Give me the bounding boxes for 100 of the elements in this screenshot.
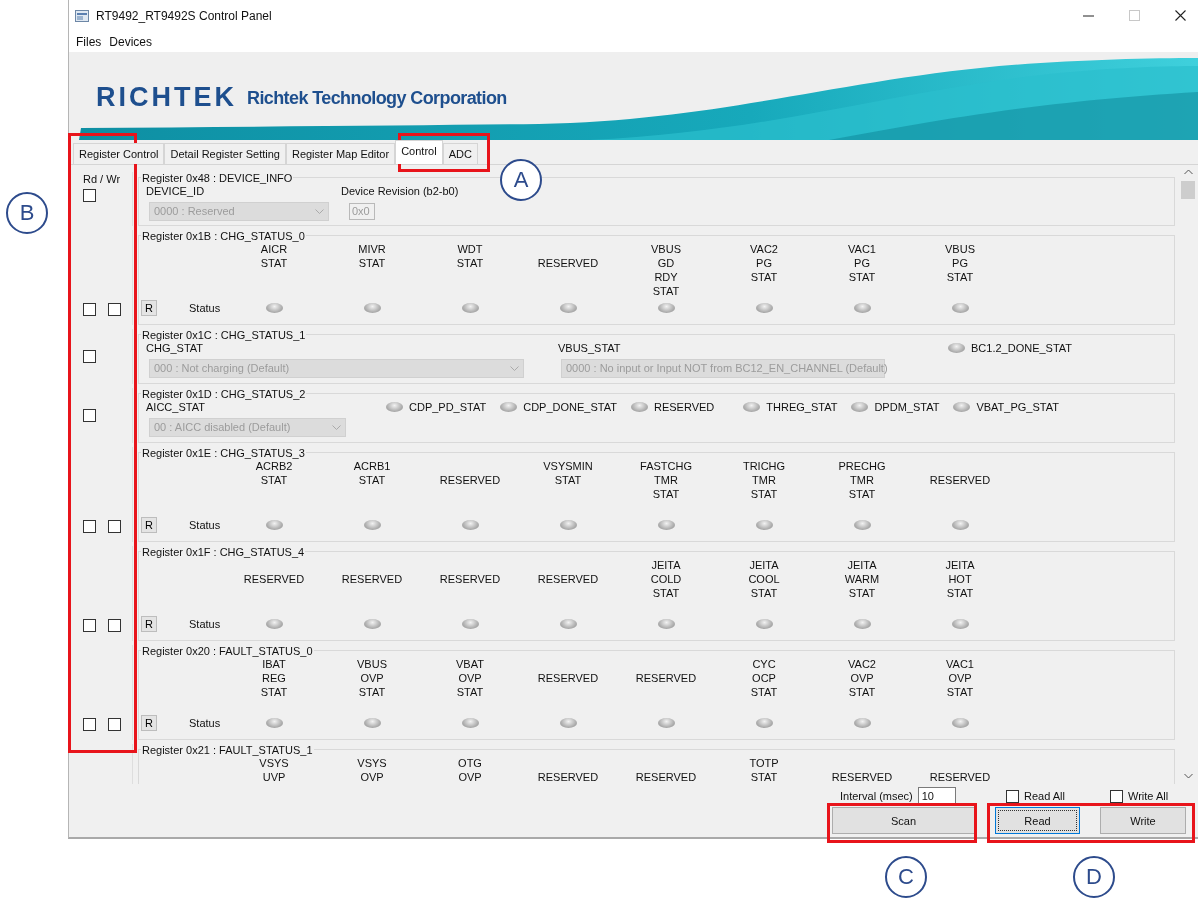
- bit-label: VSYS OVP: [356, 755, 388, 784]
- status-label: Status: [189, 300, 222, 315]
- bit-label: RESERVED: [928, 472, 992, 487]
- bit-label: VBUS PG STAT: [944, 241, 976, 284]
- bit-label: VBUS OVP STAT: [356, 656, 388, 699]
- bit-label: VSYS UVP: [258, 756, 290, 784]
- callout-marker: B: [6, 192, 48, 234]
- chevron-icon: [315, 208, 324, 214]
- register-title: Register 0x1B : CHG_STATUS_0: [141, 229, 306, 242]
- action-button[interactable]: Write: [1100, 807, 1186, 835]
- checkbox[interactable]: [108, 618, 121, 632]
- chevron-icon: [332, 424, 341, 430]
- bit-label: RESERVED: [536, 255, 600, 270]
- field-label: Device Revision (b2-b0): [341, 183, 459, 198]
- checkbox[interactable]: [108, 302, 121, 316]
- flag-label: RESERVED: [653, 399, 715, 414]
- bit-label: RESERVED: [438, 472, 502, 487]
- interval-label: Interval (msec): [840, 789, 913, 804]
- tab[interactable]: Register Control: [73, 142, 165, 164]
- register-r-button[interactable]: R: [141, 615, 157, 632]
- window-title: RT9492_RT9492S Control Panel: [96, 8, 272, 23]
- bit-label: VBUS GD RDY STAT: [650, 241, 682, 298]
- checkbox[interactable]: [108, 717, 121, 731]
- chevron-icon: [510, 365, 519, 371]
- register-title: Register 0x1C : CHG_STATUS_1: [141, 328, 307, 341]
- bit-label: IBAT REG STAT: [259, 657, 289, 699]
- bit-label: TRICHG TMR STAT: [741, 458, 787, 501]
- status-label: Status: [189, 715, 222, 730]
- app-icon: [75, 9, 89, 23]
- field-label: CHG_STAT: [146, 341, 205, 355]
- checkbox[interactable]: [1006, 789, 1019, 803]
- callout-marker: D: [1073, 856, 1115, 898]
- register-title: Register 0x1E : CHG_STATUS_3: [141, 446, 306, 459]
- field-label: VBUS_STAT: [558, 340, 622, 355]
- flag-label: THREG_STAT: [766, 399, 838, 414]
- field-label: DEVICE_ID: [146, 184, 206, 198]
- register-r-button[interactable]: R: [141, 714, 157, 731]
- column-header: Rd / Wr: [83, 171, 122, 186]
- flag-label: VBAT_PG_STAT: [976, 399, 1059, 414]
- action-button[interactable]: Scan: [832, 807, 975, 835]
- bit-label: RESERVED: [536, 670, 600, 685]
- bit-label: JEITA WARM STAT: [843, 557, 881, 600]
- menu-item[interactable]: Files: [76, 34, 102, 49]
- bit-label: PRECHG TMR STAT: [837, 458, 887, 501]
- checkbox[interactable]: [83, 519, 96, 533]
- bit-label: AICR STAT: [259, 242, 289, 270]
- register-r-button[interactable]: R: [141, 299, 157, 316]
- checkbox[interactable]: [83, 618, 96, 632]
- bit-label: OTG OVP: [457, 755, 483, 784]
- flag-label: BC1.2_DONE_STAT: [971, 340, 1073, 355]
- action-button[interactable]: Read: [995, 807, 1080, 835]
- checkbox-label: Write All: [1128, 789, 1169, 804]
- checkbox[interactable]: [83, 349, 96, 363]
- status-label: Status: [189, 517, 222, 532]
- tab[interactable]: Register Map Editor: [285, 142, 396, 164]
- bit-label: RESERVED: [536, 769, 600, 784]
- bit-label: MIVR STAT: [357, 241, 387, 270]
- tab[interactable]: Control: [395, 139, 443, 164]
- bit-label: JEITA HOT STAT: [944, 557, 976, 600]
- register-title: Register 0x20 : FAULT_STATUS_0: [141, 644, 314, 657]
- flag-label: CDP_PD_STAT: [409, 399, 487, 414]
- bit-label: JEITA COOL STAT: [747, 557, 781, 600]
- status-label: Status: [189, 616, 222, 631]
- bit-label: RESERVED: [928, 769, 992, 784]
- checkbox[interactable]: [83, 408, 96, 422]
- bit-label: FASTCHG TMR STAT: [639, 458, 693, 501]
- flag-label: DPDM_STAT: [874, 399, 940, 414]
- bit-label: ACRB2 STAT: [254, 459, 294, 487]
- register-title: Register 0x1F : CHG_STATUS_4: [141, 545, 306, 558]
- bit-label: VAC1 PG STAT: [847, 241, 877, 284]
- checkbox[interactable]: [1110, 789, 1123, 803]
- field-label: AICC_STAT: [146, 400, 206, 414]
- bit-label: VAC2 PG STAT: [749, 241, 779, 284]
- scrollbar-thumb[interactable]: [1181, 180, 1195, 199]
- bit-label: VAC2 OVP STAT: [847, 656, 877, 699]
- bit-label: ACRB1 STAT: [352, 458, 392, 487]
- checkbox[interactable]: [83, 188, 96, 202]
- register-title: Register 0x21 : FAULT_STATUS_1: [141, 743, 314, 756]
- register-r-button[interactable]: R: [141, 516, 157, 533]
- menu-item[interactable]: Devices: [109, 34, 153, 49]
- bit-label: CYC OCP STAT: [749, 656, 779, 699]
- bit-label: RESERVED: [242, 571, 306, 586]
- bit-label: TOTP STAT: [748, 755, 780, 784]
- flag-label: CDP_DONE_STAT: [523, 399, 617, 414]
- bit-label: RESERVED: [340, 571, 404, 586]
- company-name: Richtek Technology Corporation: [247, 87, 507, 111]
- bit-label: VBAT OVP STAT: [455, 656, 485, 699]
- brand-logo: RICHTEK: [96, 81, 237, 112]
- tab[interactable]: Detail Register Setting: [164, 142, 286, 164]
- register-title: Register 0x48 : DEVICE_INFO: [141, 171, 294, 184]
- checkbox[interactable]: [83, 717, 96, 731]
- checkbox-label: Read All: [1024, 789, 1065, 804]
- bit-label: RESERVED: [634, 769, 698, 784]
- bit-label: RESERVED: [634, 670, 698, 685]
- bit-label: WDT STAT: [455, 241, 485, 270]
- tab[interactable]: ADC: [442, 142, 478, 164]
- close-icon[interactable]: [1175, 10, 1186, 22]
- checkbox[interactable]: [83, 302, 96, 316]
- register-title: Register 0x1D : CHG_STATUS_2: [141, 387, 307, 400]
- checkbox[interactable]: [108, 519, 121, 533]
